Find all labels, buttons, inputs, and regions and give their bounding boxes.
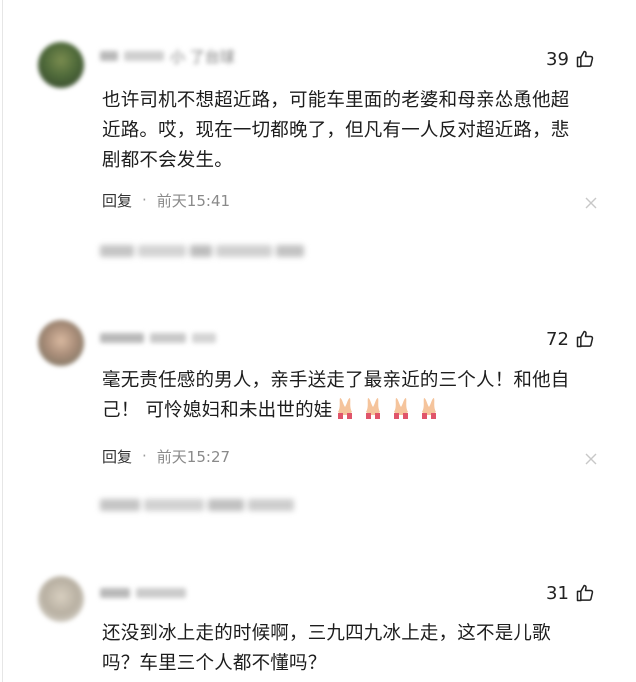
- username[interactable]: [100, 585, 192, 601]
- like-button[interactable]: 39: [546, 47, 595, 71]
- avatar[interactable]: [38, 320, 84, 366]
- reply-preview[interactable]: [100, 240, 304, 262]
- comment-time: 前天15:27: [156, 447, 231, 466]
- like-count: 39: [546, 48, 569, 70]
- folded-hands-icon: [394, 398, 409, 419]
- username[interactable]: 小 了台球: [100, 47, 235, 66]
- comment-text: 还没到冰上走的时候啊，三九四九冰上走，这不是儿歌 吗？车里三个人都不懂吗？: [102, 619, 622, 679]
- reply-button[interactable]: 回复: [102, 446, 132, 467]
- emoji-group: [332, 396, 442, 420]
- avatar[interactable]: [38, 42, 84, 88]
- avatar[interactable]: [38, 576, 84, 622]
- reply-button[interactable]: 回复: [102, 190, 132, 211]
- comment-line: 吗？车里三个人都不懂吗？: [102, 653, 327, 674]
- thumbs-up-icon: [576, 330, 594, 348]
- like-button[interactable]: 72: [546, 327, 595, 351]
- thumbs-up-icon: [576, 50, 594, 68]
- like-count: 72: [546, 328, 569, 350]
- left-divider-line: [2, 0, 3, 682]
- reply-preview[interactable]: [100, 494, 294, 516]
- folded-hands-icon: [366, 398, 381, 419]
- comment-meta: 回复 · 前天15:27: [102, 446, 230, 466]
- like-button[interactable]: 31: [546, 581, 595, 605]
- comment-text: 也许司机不想超近路，可能车里面的老婆和母亲怂恿他超 近路。哎，现在一切都晚了，但…: [102, 86, 622, 176]
- meta-separator: ·: [142, 191, 147, 209]
- close-icon[interactable]: [584, 452, 598, 466]
- username-text: 小 了台球: [170, 47, 235, 66]
- thumbs-up-icon: [576, 584, 594, 602]
- like-count: 31: [546, 582, 569, 604]
- comment-time: 前天15:41: [156, 191, 231, 210]
- folded-hands-icon: [338, 398, 353, 419]
- comment-line: 己！ 可怜媳妇和未出世的娃: [102, 396, 622, 426]
- meta-separator: ·: [142, 447, 147, 465]
- comment-line: 还没到冰上走的时候啊，三九四九冰上走，这不是儿歌: [102, 623, 551, 644]
- comment-line: 也许司机不想超近路，可能车里面的老婆和母亲怂恿他超: [102, 90, 570, 111]
- username[interactable]: [100, 330, 222, 346]
- close-icon[interactable]: [584, 196, 598, 210]
- comment-line: 剧都不会发生。: [102, 150, 233, 171]
- comment-line: 毫无责任感的男人，亲手送走了最亲近的三个人！和他自: [102, 370, 570, 391]
- folded-hands-icon: [422, 398, 437, 419]
- comment-meta: 回复 · 前天15:41: [102, 190, 230, 210]
- comment-text: 毫无责任感的男人，亲手送走了最亲近的三个人！和他自 己！ 可怜媳妇和未出世的娃: [102, 366, 622, 426]
- comment-line-text: 己！ 可怜媳妇和未出世的娃: [102, 400, 333, 421]
- comment-line: 近路。哎，现在一切都晚了，但凡有一人反对超近路，悲: [102, 120, 570, 141]
